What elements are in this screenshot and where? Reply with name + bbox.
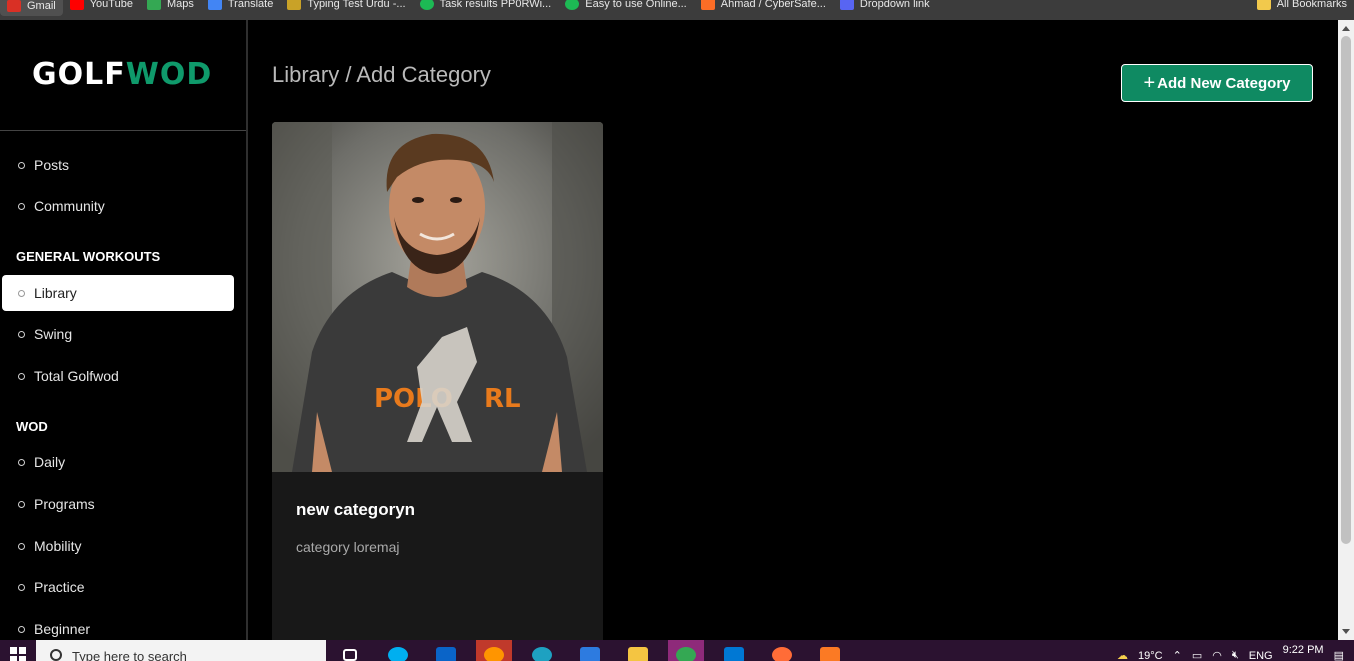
chrome-icon bbox=[676, 646, 696, 661]
circle-bullet-icon bbox=[18, 583, 25, 591]
battery-icon[interactable]: ▭ bbox=[1192, 649, 1202, 661]
bookmark-maps[interactable]: Maps bbox=[140, 0, 201, 14]
sidebar-item-posts[interactable]: Posts bbox=[2, 147, 234, 183]
easy-online-icon bbox=[565, 0, 580, 10]
all-bookmarks[interactable]: All Bookmarks bbox=[1250, 0, 1354, 14]
taskbar-mail[interactable] bbox=[428, 640, 464, 661]
sidebar-item-swing[interactable]: Swing bbox=[2, 316, 234, 352]
taskbar-search-input[interactable]: Type here to search bbox=[36, 640, 326, 661]
plus-icon: + bbox=[1143, 72, 1156, 94]
sidebar-item-library[interactable]: Library bbox=[2, 275, 234, 311]
youtube-icon bbox=[69, 0, 84, 10]
maps-icon bbox=[146, 0, 161, 10]
bookmark-dropdown-link[interactable]: Dropdown link bbox=[833, 0, 937, 14]
bookmark-translate[interactable]: Translate bbox=[201, 0, 280, 14]
bookmark-easy-online[interactable]: Easy to use Online... bbox=[558, 0, 694, 14]
search-icon bbox=[50, 648, 62, 661]
sidebar-item-daily[interactable]: Daily bbox=[2, 444, 234, 480]
bookmark-youtube[interactable]: YouTube bbox=[63, 0, 140, 14]
windows-taskbar: Type here to search ☁ 19°C ⌃ ▭ ◠ 🔇︎ ENG … bbox=[0, 640, 1354, 661]
circle-bullet-icon bbox=[18, 500, 25, 508]
firefox-icon bbox=[484, 646, 504, 661]
volume-icon[interactable]: 🔇︎ bbox=[1232, 649, 1239, 661]
notifications-icon[interactable]: ▤ bbox=[1334, 649, 1344, 661]
golfwod-logo[interactable]: GOLFWOD bbox=[32, 58, 212, 92]
weather-temp: 19°C bbox=[1138, 649, 1163, 661]
sidebar-item-mobility[interactable]: Mobility bbox=[2, 528, 234, 564]
bookmark-gmail[interactable]: Gmail bbox=[0, 0, 63, 16]
taskbar-vscode[interactable] bbox=[716, 640, 752, 661]
folder-icon bbox=[628, 646, 648, 661]
taskbar-skype[interactable] bbox=[380, 640, 416, 661]
person-photo-illustration: POLO RL bbox=[272, 122, 603, 472]
windows-logo-icon bbox=[10, 646, 26, 661]
mail-icon bbox=[436, 646, 456, 661]
sidebar-item-community[interactable]: Community bbox=[2, 188, 234, 224]
gitlab-icon bbox=[700, 0, 715, 10]
edge-icon bbox=[532, 646, 552, 661]
add-new-category-button[interactable]: + Add New Category bbox=[1121, 64, 1313, 102]
category-image: POLO RL bbox=[272, 122, 603, 472]
section-general-workouts: GENERAL WORKOUTS bbox=[16, 249, 161, 264]
gmail-icon bbox=[7, 0, 21, 12]
section-wod: WOD bbox=[16, 419, 48, 434]
discord-icon bbox=[839, 0, 854, 10]
system-tray: ☁ 19°C ⌃ ▭ ◠ 🔇︎ ENG 9:22 PM ▤ bbox=[1117, 640, 1354, 661]
skype-icon bbox=[388, 646, 408, 661]
network-icon[interactable]: ◠ bbox=[1212, 649, 1222, 661]
circle-bullet-icon bbox=[18, 372, 25, 380]
xampp-icon bbox=[820, 646, 840, 661]
category-description: category loremaj bbox=[296, 539, 400, 555]
translate-icon bbox=[207, 0, 222, 10]
store-icon bbox=[580, 646, 600, 661]
bookmarks-bar: Gmail YouTube Maps Translate Typing Test… bbox=[0, 0, 1354, 20]
taskbar-chrome[interactable] bbox=[668, 640, 704, 661]
scroll-thumb[interactable] bbox=[1341, 36, 1351, 544]
vertical-scrollbar[interactable] bbox=[1338, 20, 1354, 640]
scroll-down-arrow-icon[interactable] bbox=[1342, 629, 1350, 634]
sidebar-item-total-golfwod[interactable]: Total Golfwod bbox=[2, 358, 234, 394]
logo-divider bbox=[0, 130, 246, 131]
weather-icon: ☁ bbox=[1117, 650, 1129, 661]
taskbar-xampp[interactable] bbox=[812, 640, 848, 661]
taskbar-firefox[interactable] bbox=[476, 640, 512, 661]
circle-bullet-icon bbox=[18, 625, 25, 633]
page-title: Library / Add Category bbox=[272, 62, 491, 87]
sidebar-item-beginner[interactable]: Beginner bbox=[2, 611, 234, 640]
circle-bullet-icon bbox=[18, 330, 25, 338]
bookmark-cybersafe[interactable]: Ahmad / CyberSafe... bbox=[694, 0, 833, 14]
vscode-icon bbox=[724, 646, 744, 661]
task-results-icon bbox=[419, 0, 434, 10]
windows-start-button[interactable] bbox=[0, 640, 36, 661]
sidebar: GOLFWOD Posts Community GENERAL WORKOUTS… bbox=[0, 20, 248, 640]
language-indicator[interactable]: ENG bbox=[1249, 650, 1273, 661]
task-view-icon bbox=[343, 648, 357, 661]
task-view-button[interactable] bbox=[332, 640, 368, 661]
circle-bullet-icon bbox=[18, 458, 25, 466]
bookmark-typing-test[interactable]: Typing Test Urdu -... bbox=[280, 0, 412, 14]
circle-bullet-icon bbox=[18, 289, 25, 297]
svg-text:RL: RL bbox=[484, 384, 521, 414]
bookmark-task-results[interactable]: Task results PP0RWi... bbox=[413, 0, 559, 14]
category-title: new categoryn bbox=[296, 500, 416, 519]
circle-bullet-icon bbox=[18, 161, 25, 169]
typing-test-icon bbox=[287, 0, 302, 10]
scroll-up-arrow-icon[interactable] bbox=[1342, 26, 1350, 31]
taskbar-edge[interactable] bbox=[524, 640, 560, 661]
category-card[interactable]: POLO RL new categoryn category loremaj bbox=[272, 122, 603, 640]
circle-bullet-icon bbox=[18, 542, 25, 550]
circle-bullet-icon bbox=[18, 202, 25, 210]
postman-icon bbox=[772, 646, 792, 661]
taskbar-file-explorer[interactable] bbox=[620, 640, 656, 661]
sidebar-item-practice[interactable]: Practice bbox=[2, 569, 234, 605]
clock[interactable]: 9:22 PM bbox=[1283, 644, 1324, 656]
chevron-up-icon[interactable]: ⌃ bbox=[1173, 649, 1182, 661]
folder-icon bbox=[1256, 0, 1271, 10]
sidebar-item-programs[interactable]: Programs bbox=[2, 486, 234, 522]
taskbar-postman[interactable] bbox=[764, 640, 800, 661]
main-content: Library / Add Category + Add New Categor… bbox=[250, 20, 1338, 640]
taskbar-store[interactable] bbox=[572, 640, 608, 661]
